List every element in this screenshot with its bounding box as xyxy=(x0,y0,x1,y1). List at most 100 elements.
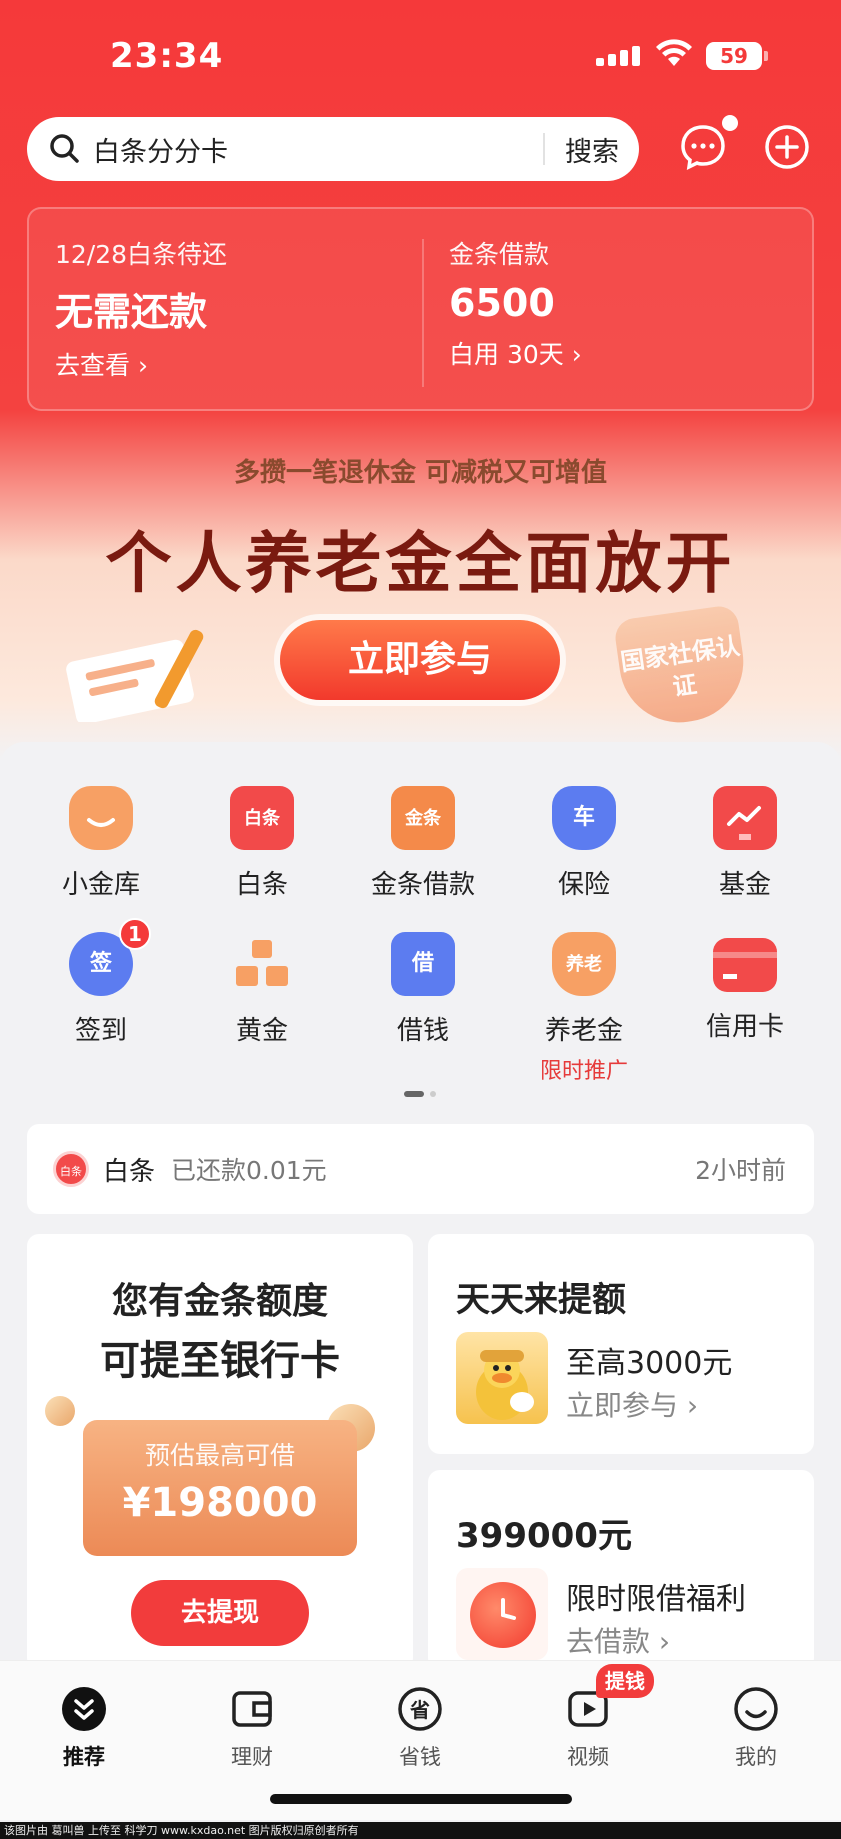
card-title: 您有金条额度 xyxy=(111,1281,328,1322)
grid-item-4[interactable]: 车保险 xyxy=(503,786,665,901)
battery-indicator: 59 xyxy=(706,42,768,70)
alarm-clock-icon xyxy=(456,1568,548,1660)
baitiao-view-link[interactable]: 去查看 › xyxy=(55,346,227,382)
banner-subtitle: 多攒一笔退休金 可减税又可增值 xyxy=(233,458,608,488)
go-borrow-link[interactable]: 去借款 › xyxy=(566,1620,670,1660)
icon-glyph: 借 xyxy=(411,951,434,976)
grid-item-2[interactable]: 白条 白条 xyxy=(181,786,343,901)
jintiao-free-link[interactable]: 白用 30天 › xyxy=(449,335,582,371)
grid-page-indicator xyxy=(404,1091,436,1097)
grid-item-8[interactable]: 借借钱 xyxy=(342,932,504,1047)
wallet-icon xyxy=(228,1685,276,1733)
status-time: 23:34 xyxy=(110,36,224,76)
search-button[interactable]: 搜索 xyxy=(545,130,639,169)
grid-item-label: 白条 xyxy=(235,870,288,900)
notification-badge: 1 xyxy=(119,918,151,950)
double-chevron-icon xyxy=(60,1685,108,1733)
home-indicator[interactable] xyxy=(270,1794,572,1804)
car-shield-icon: 车 xyxy=(552,786,616,850)
estimated-limit-box: 预估最高可借 ¥198000 xyxy=(83,1420,357,1556)
coin-icon xyxy=(45,1396,75,1426)
grid-item-10[interactable]: 信用卡 xyxy=(664,932,826,1043)
borrow-icon: 借 xyxy=(391,932,455,996)
search-input[interactable]: 白条分分卡 xyxy=(93,130,543,169)
sign-in-icon: 签1 xyxy=(69,918,151,996)
icon-glyph: 签 xyxy=(89,951,112,976)
jintiao-summary[interactable]: 金条借款 6500 白用 30天 › xyxy=(449,235,582,371)
social-security-badge: 国家社保认证 xyxy=(612,603,752,731)
grid-item-label: 养老金 xyxy=(544,1016,623,1046)
raise-limit-link[interactable]: 立即参与 › xyxy=(566,1384,698,1424)
grid-item-9[interactable]: 养老 养老金 限时推广 xyxy=(503,932,665,1085)
raise-limit-amount: 至高3000元 xyxy=(566,1346,733,1381)
grid-item-6[interactable]: 签 1 签到 xyxy=(20,918,182,1047)
summary-divider xyxy=(422,239,424,387)
grid-item-label: 黄金 xyxy=(235,1016,288,1046)
tab-label: 理财 xyxy=(231,1745,273,1769)
estimated-limit-label: 预估最高可借 xyxy=(144,1441,295,1470)
grid-item-label: 信用卡 xyxy=(705,1012,784,1042)
grid-item-label: 保险 xyxy=(557,870,610,900)
grid-item-3[interactable]: 金条 金条借款 xyxy=(342,786,504,901)
limited-loan-card[interactable]: 399000元 限时限借福利 去借款 › xyxy=(428,1470,814,1670)
jintiao-label: 金条借款 xyxy=(449,240,550,269)
promo-label: 限时推广 xyxy=(539,1059,628,1084)
tab-save-money[interactable]: 省 省钱 xyxy=(360,1685,480,1771)
raise-limit-card[interactable]: 天天来提额 至高3000元 立即参与 › xyxy=(428,1234,814,1454)
save-money-icon: 省 xyxy=(396,1685,444,1733)
grid-item-1[interactable]: 小金库 xyxy=(20,786,182,901)
watermark-footer: 该图片由 葛叫兽 上传至 科学刀 www.kxdao.net 图片版权归原创者所… xyxy=(0,1822,841,1839)
grid-item-label: 小金库 xyxy=(61,870,140,900)
baitiao-due-label: 12/28白条待还 xyxy=(55,240,228,269)
icon-glyph: 金条 xyxy=(405,808,441,829)
credit-card-icon xyxy=(713,938,777,992)
loan-welfare-text: 限时限借福利 xyxy=(566,1582,746,1617)
jintiao-amount: 6500 xyxy=(449,281,555,325)
grid-item-label: 借钱 xyxy=(396,1016,449,1046)
jintiao-withdraw-card[interactable]: 您有金条额度 可提至银行卡 预估最高可借 ¥198000 去提现 xyxy=(27,1234,413,1670)
search-bar[interactable]: 白条分分卡 搜索 xyxy=(27,117,639,181)
withdraw-button[interactable]: 去提现 xyxy=(131,1580,309,1646)
icon-glyph: 白条 xyxy=(244,808,280,829)
grid-item-7[interactable]: 黄金 xyxy=(181,932,343,1047)
notice-text: 已还款0.01元 xyxy=(171,1156,327,1185)
tab-mine[interactable]: 我的 xyxy=(696,1685,816,1771)
baitiao-icon: 白条 xyxy=(230,786,294,850)
tab-label: 视频 xyxy=(567,1745,609,1769)
grid-item-5[interactable]: 基金 xyxy=(664,786,826,901)
tab-label: 我的 xyxy=(735,1745,777,1769)
duck-mascot-icon xyxy=(456,1332,548,1424)
tab-label: 推荐 xyxy=(63,1745,105,1769)
grid-item-label: 金条借款 xyxy=(370,870,475,900)
notice-time: 2小时前 xyxy=(695,1156,786,1185)
document-pen-icon xyxy=(66,629,204,722)
icon-glyph: 车 xyxy=(572,805,595,830)
estimated-limit-value: ¥198000 xyxy=(122,1480,318,1526)
tab-recommend[interactable]: 推荐 xyxy=(24,1685,144,1771)
message-dot xyxy=(722,115,738,131)
icon-glyph: 养老 xyxy=(566,954,602,975)
search-icon xyxy=(50,134,79,163)
card-subtitle: 可提至银行卡 xyxy=(100,1338,340,1384)
chart-monitor-icon xyxy=(713,786,777,850)
repayment-notice[interactable]: 白条 白条 已还款0.01元 2小时前 xyxy=(27,1124,814,1214)
svg-text:省: 省 xyxy=(409,1698,430,1722)
message-icon[interactable] xyxy=(678,122,728,172)
gold-bars-icon xyxy=(230,932,294,996)
loan-amount-title: 399000元 xyxy=(456,1516,632,1556)
baitiao-due-value: 无需还款 xyxy=(55,290,208,334)
jintiao-icon: 金条 xyxy=(391,786,455,850)
add-icon[interactable] xyxy=(762,122,812,172)
baitiao-summary[interactable]: 12/28白条待还 无需还款 去查看 › xyxy=(55,235,227,382)
credit-summary-card: 12/28白条待还 无需还款 去查看 › 金条借款 6500 白用 30天 › xyxy=(27,207,814,411)
grid-item-label: 签到 xyxy=(74,1016,127,1046)
withdraw-badge: 提钱 xyxy=(596,1664,654,1698)
tab-wealth[interactable]: 理财 xyxy=(192,1685,312,1771)
grid-item-label: 基金 xyxy=(718,870,771,900)
pension-banner[interactable]: 多攒一笔退休金 可减税又可增值 个人养老金全面放开 立即参与 国家社保认证 xyxy=(0,412,841,742)
join-now-button[interactable]: 立即参与 xyxy=(280,620,560,700)
wifi-icon xyxy=(656,39,692,66)
smile-icon xyxy=(732,1685,780,1733)
money-bag-icon xyxy=(69,786,133,850)
raise-limit-title: 天天来提额 xyxy=(456,1280,626,1320)
